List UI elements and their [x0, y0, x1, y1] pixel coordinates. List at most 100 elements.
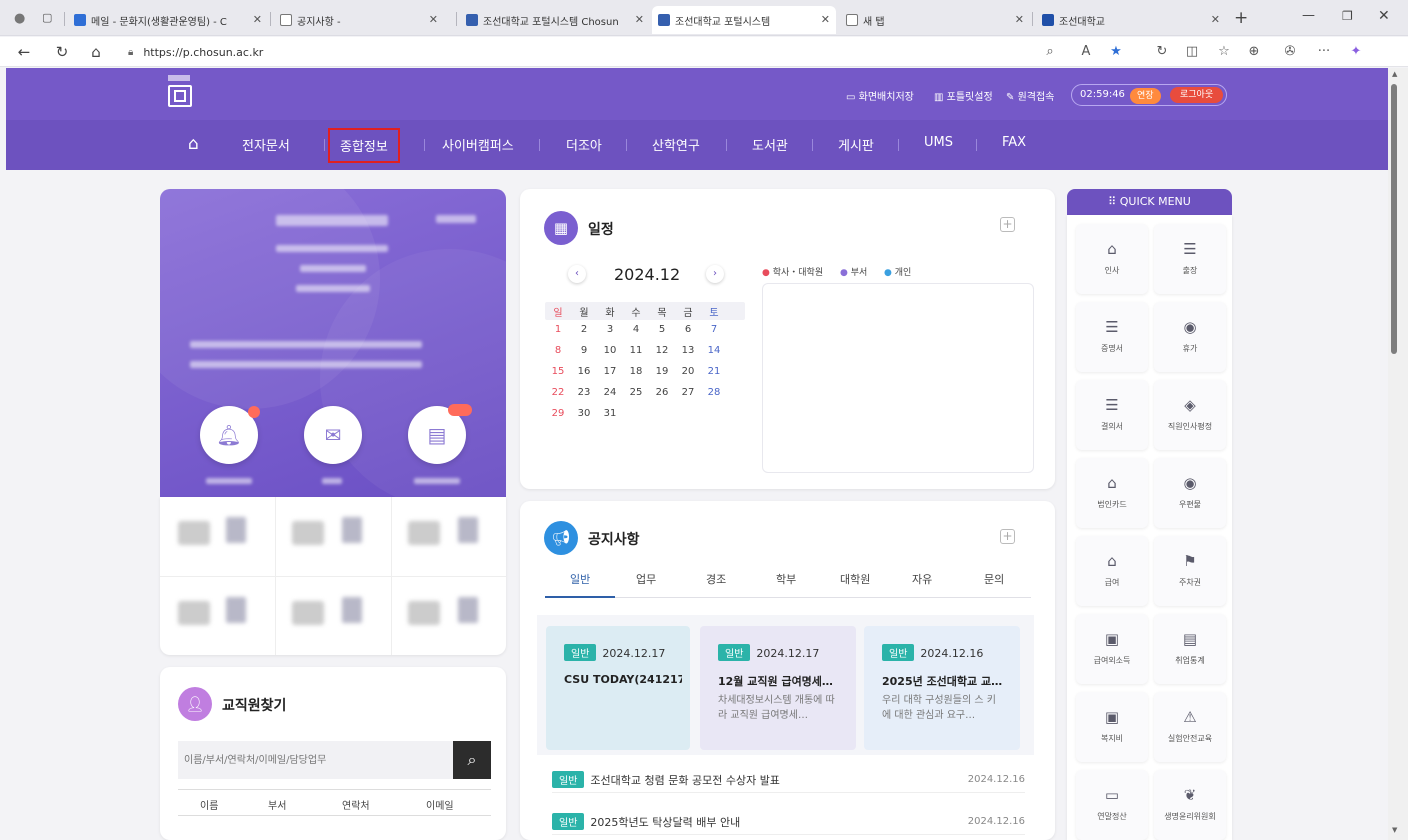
extensions-icon[interactable]: ✇ [1280, 43, 1300, 61]
staff-search-button[interactable]: ⌕ [453, 741, 491, 779]
nav-item-library[interactable]: 도서관 [752, 135, 788, 154]
notice-card[interactable]: 일반 2024.12.17 12월 교직원 급여명세… 차세대정보시스템 개통에 … [700, 626, 856, 750]
home-icon[interactable]: ⌂ [86, 43, 106, 61]
favorites-list-icon[interactable]: ☆ [1214, 43, 1234, 61]
tab-new[interactable]: 새 탭 ✕ [840, 6, 1030, 34]
nav-home-icon[interactable]: ⌂ [188, 134, 199, 154]
notice-card[interactable]: 일반 2024.12.17 CSU TODAY(241217) [546, 626, 690, 750]
grid-item-blurred[interactable] [178, 521, 210, 545]
scrollbar-thumb[interactable] [1391, 84, 1397, 354]
quick-menu-item[interactable]: ❦ 생명윤리위원회 [1154, 770, 1226, 840]
url-field[interactable]: 🔒︎ https://p.chosun.ac.kr [128, 41, 1028, 63]
calendar-day[interactable]: 24 [602, 387, 618, 398]
notice-more-button[interactable]: + [1000, 529, 1015, 544]
notice-tab-general[interactable]: 일반 [570, 571, 590, 587]
grid-item-blurred[interactable] [408, 521, 440, 545]
tab-portal-active[interactable]: 조선대학교 포털시스템 ✕ [652, 6, 836, 34]
tab-close-icon[interactable]: ✕ [821, 13, 830, 26]
tab-close-icon[interactable]: ✕ [1211, 13, 1220, 26]
calendar-day[interactable]: 31 [602, 408, 618, 419]
calendar-day[interactable]: 8 [550, 345, 566, 356]
tab-close-icon[interactable]: ✕ [635, 13, 644, 26]
search-page-icon[interactable]: ⌕ [1040, 43, 1060, 61]
tab-portal-chosun[interactable]: 조선대학교 포털시스템 Chosun ✕ [460, 6, 650, 34]
copilot-icon[interactable]: ✦ [1346, 43, 1366, 61]
calendar-day[interactable]: 16 [576, 366, 592, 377]
grid-item-blurred[interactable] [178, 601, 210, 625]
notice-card[interactable]: 일반 2024.12.16 2025년 조선대학교 교… 우리 대학 구성원들의 … [864, 626, 1020, 750]
quick-menu-item[interactable]: ⚠ 실험안전교육 [1154, 692, 1226, 762]
scroll-down-icon[interactable]: ▼ [1392, 826, 1397, 834]
notice-tab-work[interactable]: 업무 [636, 571, 656, 587]
prev-month-button[interactable]: ‹ [568, 265, 586, 283]
minimize-icon[interactable]: — [1302, 8, 1315, 23]
university-logo[interactable] [168, 75, 198, 113]
calendar-day[interactable]: 19 [654, 366, 670, 377]
scroll-up-icon[interactable]: ▲ [1392, 70, 1397, 78]
calendar-day[interactable]: 12 [654, 345, 670, 356]
quick-menu-item[interactable]: ⌂ 법인카드 [1076, 458, 1148, 528]
nav-item-documents[interactable]: 전자문서 [242, 135, 290, 154]
calendar-day[interactable]: 10 [602, 345, 618, 356]
nav-item-thejoa[interactable]: 더조아 [566, 135, 602, 154]
nav-item-fax[interactable]: FAX [1002, 135, 1026, 150]
calendar-day[interactable]: 15 [550, 366, 566, 377]
calendar-day[interactable]: 6 [680, 324, 696, 335]
more-menu-icon[interactable]: ··· [1314, 43, 1334, 61]
save-layout-button[interactable]: ▭ 화면배치저장 [846, 88, 914, 103]
calendar-day[interactable]: 5 [654, 324, 670, 335]
calendar-day[interactable]: 22 [550, 387, 566, 398]
favorite-star-icon[interactable]: ★ [1106, 43, 1126, 61]
calendar-day[interactable]: 18 [628, 366, 644, 377]
calendar-day[interactable]: 17 [602, 366, 618, 377]
tab-mail[interactable]: 메일 - 문화지(생활관운영팀) - C ✕ [68, 6, 268, 34]
close-window-icon[interactable]: ✕ [1378, 8, 1390, 24]
quick-menu-item[interactable]: ⚑ 주차권 [1154, 536, 1226, 606]
quick-menu-item[interactable]: ▤ 취업통계 [1154, 614, 1226, 684]
logout-button[interactable]: 로그아웃 [1170, 87, 1224, 103]
tab-chosun[interactable]: 조선대학교 ✕ [1036, 6, 1226, 34]
calendar-day[interactable]: 11 [628, 345, 644, 356]
nav-item-ums[interactable]: UMS [924, 135, 953, 150]
notice-tab-grad[interactable]: 대학원 [840, 571, 870, 587]
calendar-day[interactable]: 29 [550, 408, 566, 419]
quick-menu-item[interactable]: ▣ 급여외소득 [1076, 614, 1148, 684]
nav-item-cyber-campus[interactable]: 사이버캠퍼스 [442, 135, 514, 154]
refresh-icon[interactable]: ↻ [52, 43, 72, 61]
grid-item-blurred[interactable] [408, 601, 440, 625]
calendar-day[interactable]: 9 [576, 345, 592, 356]
calendar-day[interactable]: 21 [706, 366, 722, 377]
back-icon[interactable]: ← [14, 43, 34, 61]
quick-menu-item[interactable]: ◈ 직원인사평정 [1154, 380, 1226, 450]
notice-tab-inquiry[interactable]: 문의 [984, 571, 1004, 587]
calendar-day[interactable]: 4 [628, 324, 644, 335]
calendar-day[interactable]: 25 [628, 387, 644, 398]
read-aloud-icon[interactable]: A [1076, 43, 1096, 61]
calendar-day[interactable]: 13 [680, 345, 696, 356]
quick-menu-item[interactable]: ⌂ 인사 [1076, 224, 1148, 294]
nav-item-general-info[interactable]: 종합정보 [328, 128, 400, 163]
calendar-day[interactable]: 23 [576, 387, 592, 398]
nav-item-research[interactable]: 산학연구 [652, 135, 700, 154]
refresh-ext-icon[interactable]: ↻ [1152, 43, 1172, 61]
remote-access-button[interactable]: ✎ 원격접속 [1006, 88, 1054, 103]
profile-icon[interactable]: ● [14, 11, 25, 26]
calendar-day[interactable]: 30 [576, 408, 592, 419]
calendar-day[interactable]: 7 [706, 324, 722, 335]
new-tab-button[interactable]: + [1234, 8, 1248, 28]
quick-menu-item[interactable]: ▣ 복지비 [1076, 692, 1148, 762]
quick-menu-item[interactable]: ◉ 우편물 [1154, 458, 1226, 528]
quick-menu-item[interactable]: ⌂ 급여 [1076, 536, 1148, 606]
collections-icon[interactable]: ⊕ [1244, 43, 1264, 61]
calendar-day[interactable]: 2 [576, 324, 592, 335]
notice-row[interactable]: 일반 조선대학교 청렴 문화 공모전 수상자 발표 2024.12.16 [552, 767, 1025, 793]
quick-menu-item[interactable]: ☰ 출장 [1154, 224, 1226, 294]
tab-close-icon[interactable]: ✕ [1015, 13, 1024, 26]
calendar-day[interactable]: 26 [654, 387, 670, 398]
calendar-day[interactable]: 14 [706, 345, 722, 356]
extend-button[interactable]: 연장 [1130, 88, 1161, 104]
grid-item-blurred[interactable] [292, 521, 324, 545]
quick-menu-item[interactable]: ◉ 휴가 [1154, 302, 1226, 372]
tab-close-icon[interactable]: ✕ [429, 13, 438, 26]
portlet-settings-button[interactable]: ▥ 포틀릿설정 [934, 88, 993, 103]
